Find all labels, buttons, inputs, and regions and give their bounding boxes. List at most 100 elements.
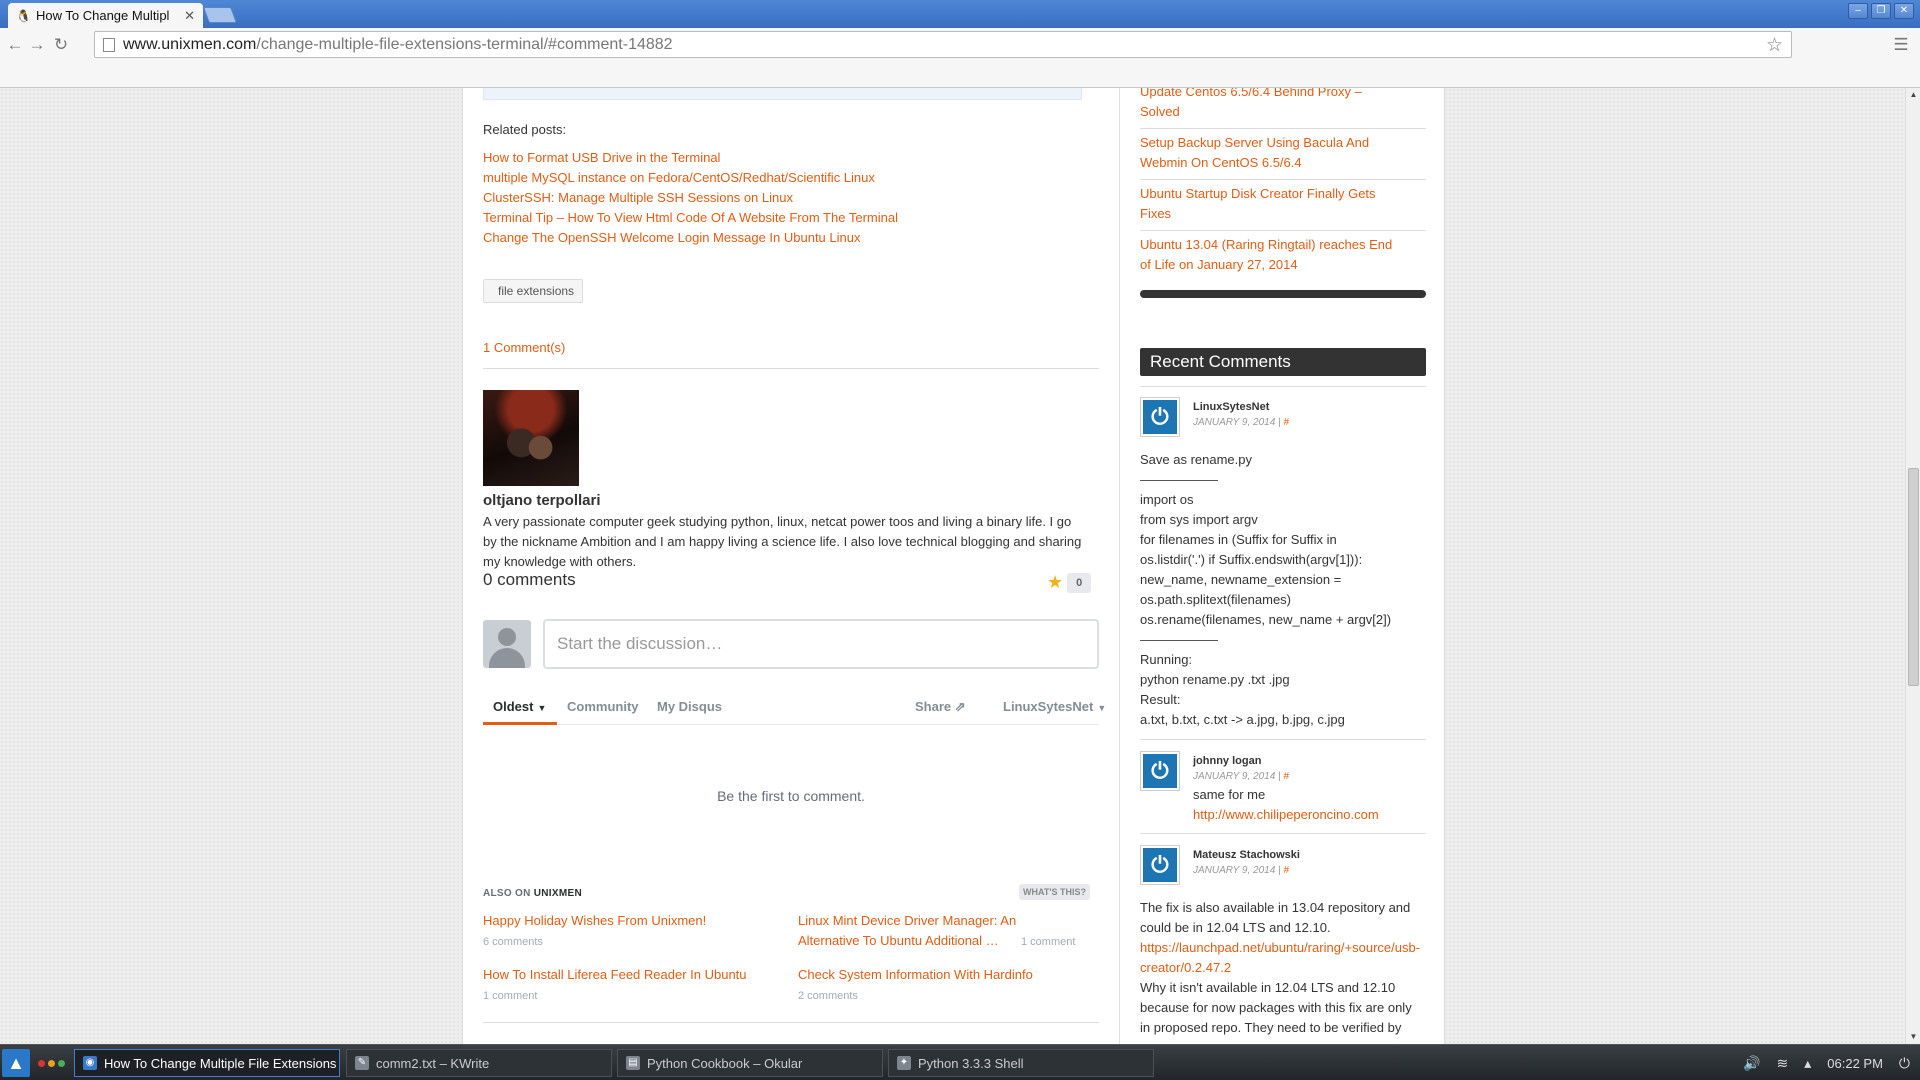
comment-line: The fix is also available in 13.04 repos… <box>1140 900 1411 915</box>
comment-line: Result: <box>1140 692 1181 707</box>
reload-icon[interactable]: ↻ <box>50 34 72 56</box>
related-post-link[interactable]: Terminal Tip – How To View Html Code Of … <box>483 210 898 225</box>
comment-input[interactable]: Start the discussion… <box>543 619 1099 669</box>
also-on-brand: UNIXMEN <box>533 888 582 899</box>
tab-title: How To Change Multipl <box>36 8 170 23</box>
divider <box>1140 386 1426 387</box>
sidebar-post-link[interactable]: Setup Backup Server Using Bacula And Webm… <box>1140 133 1426 173</box>
expand-tray-icon[interactable]: ▴ <box>1804 1055 1811 1072</box>
author-avatar <box>483 390 579 486</box>
sidebar-post-line: Ubuntu 13.04 (Raring Ringtail) reaches E… <box>1140 237 1393 252</box>
restore-icon[interactable]: ❐ <box>1871 3 1891 19</box>
tab-my-disqus[interactable]: My Disqus <box>657 699 722 714</box>
close-window-icon[interactable]: ✕ <box>1894 3 1914 19</box>
comments-count-link[interactable]: 1 Comment(s) <box>483 340 565 355</box>
comment-permalink[interactable]: # <box>1283 771 1289 782</box>
related-discussion-title-line: Alternative To Ubuntu Additional … <box>798 933 999 948</box>
clock[interactable]: 06:22 PM <box>1827 1056 1883 1071</box>
related-post-link[interactable]: multiple MySQL instance on Fedora/CentOS… <box>483 170 875 185</box>
sidebar-post-link[interactable]: Ubuntu 13.04 (Raring Ringtail) reaches E… <box>1140 235 1426 275</box>
sidebar-post-line: Setup Backup Server Using Bacula And <box>1140 135 1370 150</box>
scroll-up-icon[interactable]: ▲ <box>1906 88 1920 102</box>
disqus-nav: Oldest ▼ Community My Disqus Share ⇗ Linu… <box>483 691 1106 725</box>
power-icon[interactable]: ⏻ <box>1899 1055 1910 1072</box>
comment-date-text: JANUARY 9, 2014 | <box>1193 417 1284 428</box>
info-box <box>483 88 1082 100</box>
back-arrow-icon[interactable]: ← <box>4 34 26 56</box>
taskbar-item-python-shell[interactable]: ✦ Python 3.3.3 Shell <box>888 1049 1154 1077</box>
comment-link[interactable]: creator/0.2.47.2 <box>1140 960 1231 975</box>
tab-community[interactable]: Community <box>567 699 639 714</box>
url-text[interactable]: www.unixmen.com/change-multiple-file-ext… <box>123 36 673 54</box>
related-discussion-count: 2 comments <box>798 990 858 1002</box>
column-divider <box>1119 88 1120 1044</box>
browser-tab[interactable]: 🐧 How To Change Multipl ✕ <box>8 3 203 28</box>
related-post-link[interactable]: Change The OpenSSH Welcome Login Message… <box>483 230 860 245</box>
chevron-down-icon: ▼ <box>1097 703 1107 713</box>
wifi-icon[interactable]: ≋ <box>1777 1055 1789 1072</box>
tab-oldest[interactable]: Oldest ▼ <box>493 699 546 714</box>
comment-line: same for me <box>1193 787 1266 802</box>
author-bio: A very passionate computer geek studying… <box>483 514 1082 569</box>
related-discussion-link[interactable]: Linux Mint Device Driver Manager: An Alte… <box>798 911 1016 951</box>
comment-body: same for me http://www.chilipeperoncino.… <box>1193 785 1426 825</box>
taskbar-item-okular[interactable]: ▤ Python Cookbook – Okular <box>617 1049 883 1077</box>
divider <box>1140 833 1426 834</box>
url-domain: www.unixmen.com <box>123 35 257 53</box>
user-menu[interactable]: LinuxSytesNet ▼ <box>1003 699 1106 714</box>
volume-icon[interactable]: 🔊 <box>1743 1055 1760 1072</box>
share-label: Share <box>915 699 952 714</box>
sidebar-bar <box>1140 290 1426 298</box>
menu-icon[interactable]: ☰ <box>1890 34 1912 56</box>
chevron-down-icon: ▼ <box>537 703 547 713</box>
related-discussion-link[interactable]: Check System Information With Hardinfo <box>798 965 1033 985</box>
comment-line: Save as rename.py <box>1140 452 1253 467</box>
divider <box>1140 179 1426 180</box>
power-icon: ⏻ <box>1143 848 1177 882</box>
scroll-down-icon[interactable]: ▼ <box>1906 1030 1920 1044</box>
taskbar: ▲ ◉ How To Change Multiple File Extensio… <box>0 1044 1920 1080</box>
comment-permalink[interactable]: # <box>1283 865 1289 876</box>
page-scrollbar[interactable]: ▲ ▼ <box>1905 88 1920 1044</box>
comment-line: os.path.splitext(filenames) <box>1140 592 1292 607</box>
address-bar[interactable]: www.unixmen.com/change-multiple-file-ext… <box>94 31 1792 58</box>
whats-this-button[interactable]: WHAT'S THIS? <box>1019 884 1090 900</box>
comment-date-text: JANUARY 9, 2014 | <box>1193 865 1284 876</box>
commenter-avatar: ⏻ <box>1140 845 1180 885</box>
scrollbar-thumb[interactable] <box>1908 468 1919 686</box>
system-tray: 🔊 ≋ ▴ 06:22 PM ⏻ <box>1743 1045 1920 1080</box>
related-discussion-link[interactable]: Happy Holiday Wishes From Unixmen! <box>483 911 706 931</box>
taskbar-item-browser[interactable]: ◉ How To Change Multiple File Extensions <box>74 1049 340 1077</box>
related-posts-list: How to Format USB Drive in the Terminal … <box>483 151 898 251</box>
comment-line: could be in 12.04 LTS and 12.10. <box>1140 920 1331 935</box>
related-discussion-link[interactable]: How To Install Liferea Feed Reader In Ub… <box>483 965 747 985</box>
bookmark-star-icon[interactable]: ☆ <box>1766 34 1783 57</box>
recommend-button[interactable]: ★ 0 <box>1047 572 1092 593</box>
related-post-link[interactable]: ClusterSSH: Manage Multiple SSH Sessions… <box>483 190 793 205</box>
close-tab-icon[interactable]: ✕ <box>184 8 195 24</box>
comment-link[interactable]: https://launchpad.net/ubuntu/raring/+sou… <box>1140 940 1420 955</box>
app-launcher-icon[interactable]: ▲ <box>2 1049 30 1077</box>
sidebar-post-link[interactable]: Update Centos 6.5/6.4 Behind Proxy – Solv… <box>1140 88 1426 122</box>
commenter-avatar: ⏻ <box>1140 397 1180 437</box>
related-post-link[interactable]: How to Format USB Drive in the Terminal <box>483 150 720 165</box>
comment-permalink[interactable]: # <box>1283 417 1289 428</box>
sidebar-post-line: of Life on January 27, 2014 <box>1140 257 1298 272</box>
related-discussion-count: 1 comment <box>483 990 538 1002</box>
comment-link[interactable]: http://www.chilipeperoncino.com <box>1193 807 1379 822</box>
related-discussion-count: 1 comment <box>1021 936 1076 948</box>
comment-line: new_name, newname_extension = <box>1140 572 1342 587</box>
commenter-name: Mateusz Stachowski <box>1193 849 1300 861</box>
new-tab-button[interactable] <box>203 7 237 23</box>
minimize-icon[interactable]: – <box>1848 3 1868 19</box>
share-button[interactable]: Share ⇗ <box>915 699 966 715</box>
comment-line: in proposed repo. They need to be verifi… <box>1140 1020 1402 1035</box>
tag-file-extensions[interactable]: file extensions <box>483 279 584 303</box>
page-viewport: Related posts: How to Format USB Drive i… <box>0 88 1905 1044</box>
taskbar-item-kwrite[interactable]: ✎ comm2.txt – KWrite <box>346 1049 612 1077</box>
forward-arrow-icon[interactable]: → <box>26 34 48 56</box>
related-posts-title: Related posts: <box>483 122 567 137</box>
sidebar-post-link[interactable]: Ubuntu Startup Disk Creator Finally Gets… <box>1140 184 1426 224</box>
comment-line: for filenames in (Suffix for Suffix in <box>1140 532 1337 547</box>
user-avatar <box>483 620 531 668</box>
